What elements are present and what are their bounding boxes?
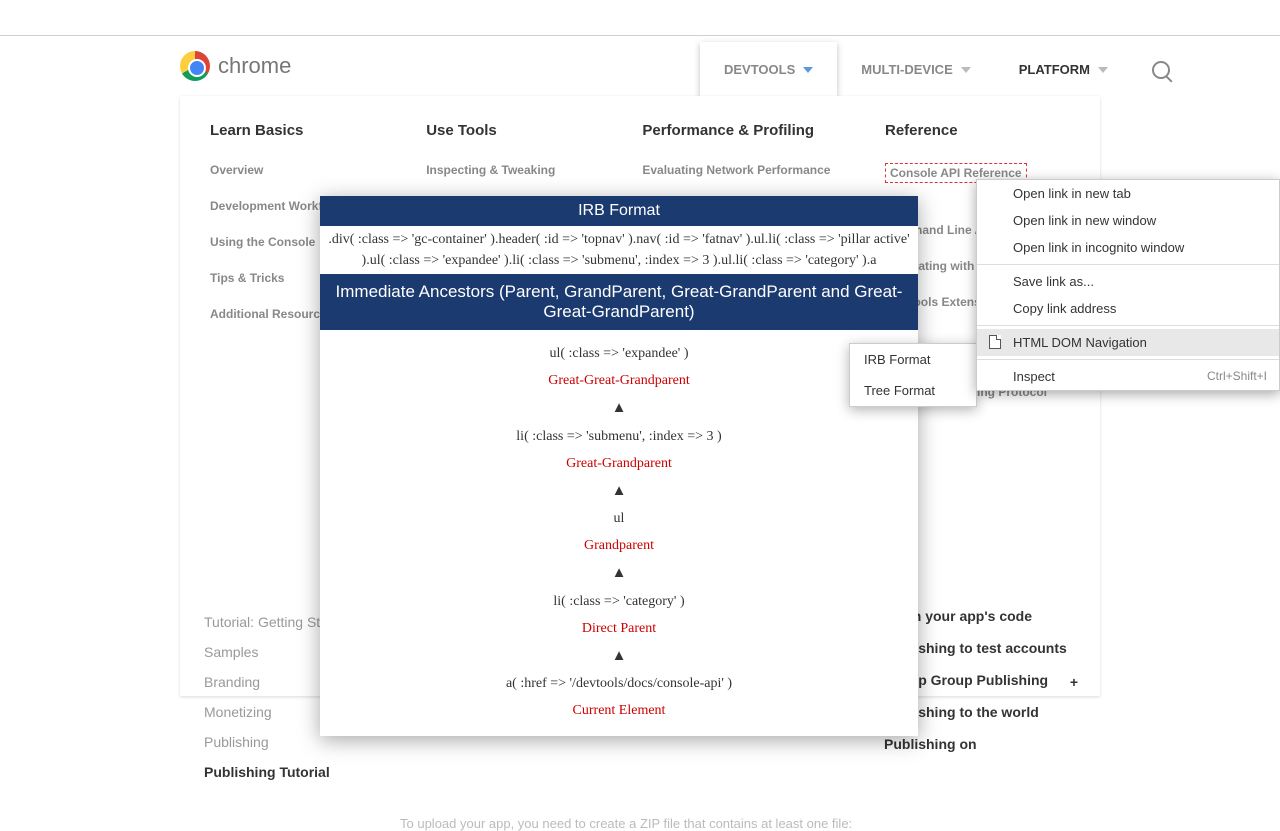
nav-devtools[interactable]: DEVTOOLS (700, 42, 837, 97)
menu-link[interactable]: Evaluating Network Performance (642, 163, 845, 177)
ancestor-label: Current Element (320, 697, 918, 724)
dom-nav-submenu: IRB Format Tree Format (849, 343, 977, 407)
ancestor-label: Great-Grandparent (320, 450, 918, 477)
col-heading: Use Tools (426, 122, 602, 139)
ancestor-code: ul( :class => 'expandee' ) (320, 340, 918, 367)
chevron-down-icon (961, 67, 971, 73)
col-heading: Performance & Profiling (642, 122, 845, 139)
popup-header: IRB Format (320, 196, 918, 226)
up-arrow-icon: ▲ (320, 559, 918, 588)
ctx-open-new-tab[interactable]: Open link in new tab (977, 180, 1279, 207)
ancestor-label: Grandparent (320, 532, 918, 559)
search-icon[interactable] (1152, 61, 1170, 79)
browser-toolbar (0, 0, 1280, 36)
nav-platform[interactable]: PLATFORM (995, 42, 1132, 97)
irb-code: .div( :class => 'gc-container' ).header(… (320, 226, 918, 274)
dom-nav-popup: IRB Format .div( :class => 'gc-container… (320, 196, 918, 736)
sidebar-item-active[interactable]: Publishing Tutorial (204, 764, 380, 780)
ctx-html-dom-navigation[interactable]: HTML DOM Navigation (977, 329, 1279, 356)
logo-text: chrome (218, 53, 291, 79)
ancestor-code: a( :href => '/devtools/docs/console-api'… (320, 670, 918, 697)
divider (977, 264, 1279, 265)
ancestor-code: li( :class => 'category' ) (320, 588, 918, 615)
ctx-open-new-window[interactable]: Open link in new window (977, 207, 1279, 234)
ancestor-code: ul (320, 505, 918, 532)
chrome-icon (180, 51, 210, 81)
ancestor-code: li( :class => 'submenu', :index => 3 ) (320, 423, 918, 450)
plus-icon: + (1070, 674, 1078, 690)
submenu-irb-format[interactable]: IRB Format (850, 344, 976, 375)
col-heading: Reference (885, 122, 1070, 139)
nav-multidevice[interactable]: MULTI-DEVICE (837, 42, 994, 97)
chrome-logo[interactable]: chrome (180, 51, 291, 81)
top-nav: DEVTOOLS MULTI-DEVICE PLATFORM (700, 42, 1170, 97)
ancestor-label: Great-Great-Grandparent (320, 367, 918, 394)
chevron-down-icon (803, 67, 813, 73)
divider (977, 359, 1279, 360)
up-arrow-icon: ▲ (320, 642, 918, 671)
divider (977, 325, 1279, 326)
ctx-save-link-as[interactable]: Save link as... (977, 268, 1279, 295)
popup-header-ancestors: Immediate Ancestors (Parent, GrandParent… (320, 274, 918, 330)
col-heading: Learn Basics (210, 122, 386, 139)
context-menu: Open link in new tab Open link in new wi… (976, 179, 1280, 391)
submenu-tree-format[interactable]: Tree Format (850, 375, 976, 406)
menu-link[interactable]: Inspecting & Tweaking (426, 163, 602, 177)
body-text: To upload your app, you need to create a… (400, 816, 852, 831)
up-arrow-icon: ▲ (320, 394, 918, 423)
sidebar-item[interactable]: Publishing (204, 734, 380, 750)
toc-item[interactable]: Publishing on (884, 736, 1074, 752)
chevron-down-icon (1098, 67, 1108, 73)
ancestor-label: Direct Parent (320, 615, 918, 642)
ctx-copy-link-address[interactable]: Copy link address (977, 295, 1279, 322)
ctx-open-incognito[interactable]: Open link in incognito window (977, 234, 1279, 261)
ctx-inspect[interactable]: InspectCtrl+Shift+I (977, 363, 1279, 390)
up-arrow-icon: ▲ (320, 477, 918, 506)
document-icon (989, 335, 1001, 349)
menu-link[interactable]: Overview (210, 163, 386, 177)
shortcut-label: Ctrl+Shift+I (1207, 369, 1267, 383)
